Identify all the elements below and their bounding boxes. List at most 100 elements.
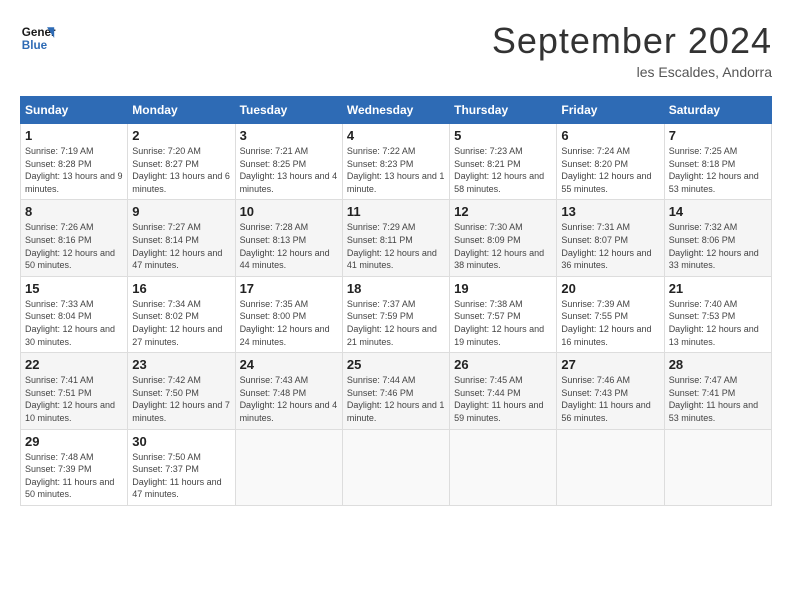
day-number: 25 (347, 357, 445, 372)
day-detail: Sunrise: 7:26 AMSunset: 8:16 PMDaylight:… (25, 221, 123, 271)
day-number: 15 (25, 281, 123, 296)
day-number: 26 (454, 357, 552, 372)
day-detail: Sunrise: 7:47 AMSunset: 7:41 PMDaylight:… (669, 374, 767, 424)
day-detail: Sunrise: 7:34 AMSunset: 8:02 PMDaylight:… (132, 298, 230, 348)
day-detail: Sunrise: 7:39 AMSunset: 7:55 PMDaylight:… (561, 298, 659, 348)
table-row: 20 Sunrise: 7:39 AMSunset: 7:55 PMDayligh… (557, 276, 664, 352)
col-tuesday: Tuesday (235, 97, 342, 124)
table-row: 13 Sunrise: 7:31 AMSunset: 8:07 PMDayligh… (557, 200, 664, 276)
day-number: 1 (25, 128, 123, 143)
table-row: 29 Sunrise: 7:48 AMSunset: 7:39 PMDayligh… (21, 429, 128, 505)
col-monday: Monday (128, 97, 235, 124)
table-row: 4 Sunrise: 7:22 AMSunset: 8:23 PMDaylight… (342, 124, 449, 200)
day-number: 17 (240, 281, 338, 296)
calendar-week-row: 15 Sunrise: 7:33 AMSunset: 8:04 PMDayligh… (21, 276, 772, 352)
table-row (557, 429, 664, 505)
day-number: 30 (132, 434, 230, 449)
table-row: 15 Sunrise: 7:33 AMSunset: 8:04 PMDayligh… (21, 276, 128, 352)
table-row (664, 429, 771, 505)
col-friday: Friday (557, 97, 664, 124)
month-title: September 2024 (492, 20, 772, 62)
logo: General Blue General Blue (20, 20, 56, 56)
day-number: 8 (25, 204, 123, 219)
day-number: 14 (669, 204, 767, 219)
day-detail: Sunrise: 7:40 AMSunset: 7:53 PMDaylight:… (669, 298, 767, 348)
day-number: 11 (347, 204, 445, 219)
day-number: 5 (454, 128, 552, 143)
day-detail: Sunrise: 7:42 AMSunset: 7:50 PMDaylight:… (132, 374, 230, 424)
day-detail: Sunrise: 7:46 AMSunset: 7:43 PMDaylight:… (561, 374, 659, 424)
col-thursday: Thursday (450, 97, 557, 124)
day-number: 18 (347, 281, 445, 296)
calendar-week-row: 29 Sunrise: 7:48 AMSunset: 7:39 PMDayligh… (21, 429, 772, 505)
table-row: 22 Sunrise: 7:41 AMSunset: 7:51 PMDayligh… (21, 353, 128, 429)
calendar-week-row: 1 Sunrise: 7:19 AMSunset: 8:28 PMDaylight… (21, 124, 772, 200)
day-number: 4 (347, 128, 445, 143)
day-detail: Sunrise: 7:31 AMSunset: 8:07 PMDaylight:… (561, 221, 659, 271)
day-detail: Sunrise: 7:22 AMSunset: 8:23 PMDaylight:… (347, 145, 445, 195)
calendar-week-row: 22 Sunrise: 7:41 AMSunset: 7:51 PMDayligh… (21, 353, 772, 429)
day-detail: Sunrise: 7:37 AMSunset: 7:59 PMDaylight:… (347, 298, 445, 348)
day-number: 20 (561, 281, 659, 296)
day-detail: Sunrise: 7:25 AMSunset: 8:18 PMDaylight:… (669, 145, 767, 195)
day-detail: Sunrise: 7:27 AMSunset: 8:14 PMDaylight:… (132, 221, 230, 271)
calendar-week-row: 8 Sunrise: 7:26 AMSunset: 8:16 PMDaylight… (21, 200, 772, 276)
table-row: 30Sunrise: 7:50 AMSunset: 7:37 PMDayligh… (128, 429, 235, 505)
table-row: 7 Sunrise: 7:25 AMSunset: 8:18 PMDaylight… (664, 124, 771, 200)
day-number: 2 (132, 128, 230, 143)
day-detail: Sunrise: 7:33 AMSunset: 8:04 PMDaylight:… (25, 298, 123, 348)
table-row: 6Sunrise: 7:24 AMSunset: 8:20 PMDaylight… (557, 124, 664, 200)
table-row (450, 429, 557, 505)
day-detail: Sunrise: 7:28 AMSunset: 8:13 PMDaylight:… (240, 221, 338, 271)
table-row: 24 Sunrise: 7:43 AMSunset: 7:48 PMDayligh… (235, 353, 342, 429)
table-row: 8 Sunrise: 7:26 AMSunset: 8:16 PMDaylight… (21, 200, 128, 276)
day-detail: Sunrise: 7:30 AMSunset: 8:09 PMDaylight:… (454, 221, 552, 271)
day-number: 22 (25, 357, 123, 372)
table-row: 17 Sunrise: 7:35 AMSunset: 8:00 PMDayligh… (235, 276, 342, 352)
day-number: 7 (669, 128, 767, 143)
table-row: 9 Sunrise: 7:27 AMSunset: 8:14 PMDaylight… (128, 200, 235, 276)
day-detail: Sunrise: 7:35 AMSunset: 8:00 PMDaylight:… (240, 298, 338, 348)
table-row: 27 Sunrise: 7:46 AMSunset: 7:43 PMDayligh… (557, 353, 664, 429)
day-number: 29 (25, 434, 123, 449)
table-row: 18 Sunrise: 7:37 AMSunset: 7:59 PMDayligh… (342, 276, 449, 352)
day-number: 9 (132, 204, 230, 219)
table-row (342, 429, 449, 505)
logo-icon: General Blue (20, 20, 56, 56)
day-detail: Sunrise: 7:43 AMSunset: 7:48 PMDaylight:… (240, 374, 338, 424)
table-row: 19 Sunrise: 7:38 AMSunset: 7:57 PMDayligh… (450, 276, 557, 352)
day-detail: Sunrise: 7:44 AMSunset: 7:46 PMDaylight:… (347, 374, 445, 424)
day-number: 27 (561, 357, 659, 372)
table-row: 14 Sunrise: 7:32 AMSunset: 8:06 PMDayligh… (664, 200, 771, 276)
day-number: 19 (454, 281, 552, 296)
day-number: 13 (561, 204, 659, 219)
day-detail: Sunrise: 7:20 AMSunset: 8:27 PMDaylight:… (132, 145, 230, 195)
table-row (235, 429, 342, 505)
day-detail: Sunrise: 7:41 AMSunset: 7:51 PMDaylight:… (25, 374, 123, 424)
table-row: 2 Sunrise: 7:20 AMSunset: 8:27 PMDaylight… (128, 124, 235, 200)
day-number: 23 (132, 357, 230, 372)
table-row: 26Sunrise: 7:45 AMSunset: 7:44 PMDayligh… (450, 353, 557, 429)
col-wednesday: Wednesday (342, 97, 449, 124)
table-row: 5Sunrise: 7:23 AMSunset: 8:21 PMDaylight… (450, 124, 557, 200)
table-row: 3Sunrise: 7:21 AMSunset: 8:25 PMDaylight… (235, 124, 342, 200)
day-number: 21 (669, 281, 767, 296)
table-row: 28Sunrise: 7:47 AMSunset: 7:41 PMDayligh… (664, 353, 771, 429)
day-detail: Sunrise: 7:48 AMSunset: 7:39 PMDaylight:… (25, 451, 123, 501)
day-detail: Sunrise: 7:19 AMSunset: 8:28 PMDaylight:… (25, 145, 123, 195)
day-number: 24 (240, 357, 338, 372)
col-saturday: Saturday (664, 97, 771, 124)
col-sunday: Sunday (21, 97, 128, 124)
table-row: 25 Sunrise: 7:44 AMSunset: 7:46 PMDayligh… (342, 353, 449, 429)
page-header: General Blue General Blue September 2024… (20, 20, 772, 80)
day-detail: Sunrise: 7:24 AMSunset: 8:20 PMDaylight:… (561, 145, 659, 195)
day-number: 16 (132, 281, 230, 296)
day-detail: Sunrise: 7:38 AMSunset: 7:57 PMDaylight:… (454, 298, 552, 348)
calendar-table: Sunday Monday Tuesday Wednesday Thursday… (20, 96, 772, 506)
table-row: 1 Sunrise: 7:19 AMSunset: 8:28 PMDaylight… (21, 124, 128, 200)
day-detail: Sunrise: 7:29 AMSunset: 8:11 PMDaylight:… (347, 221, 445, 271)
table-row: 10 Sunrise: 7:28 AMSunset: 8:13 PMDayligh… (235, 200, 342, 276)
day-detail: Sunrise: 7:32 AMSunset: 8:06 PMDaylight:… (669, 221, 767, 271)
day-number: 10 (240, 204, 338, 219)
table-row: 12Sunrise: 7:30 AMSunset: 8:09 PMDayligh… (450, 200, 557, 276)
